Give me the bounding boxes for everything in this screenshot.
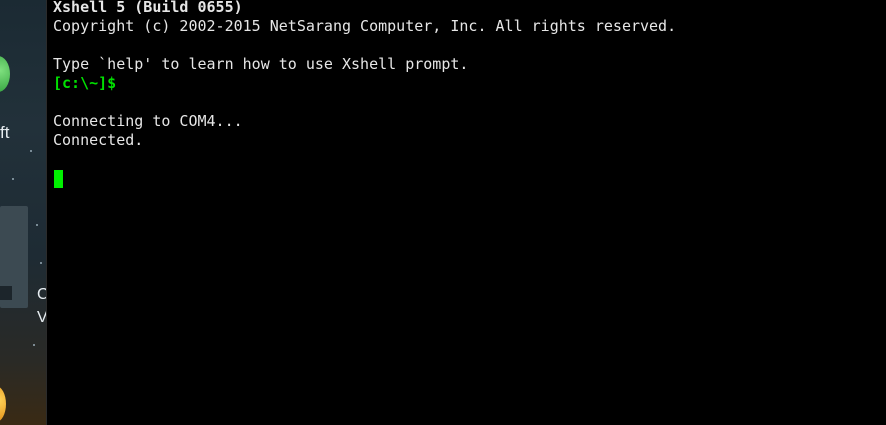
desktop-speck [36, 224, 38, 226]
desktop-speck [30, 150, 32, 152]
desktop-speck [40, 262, 42, 264]
help-hint-line: Type `help' to learn how to use Xshell p… [53, 55, 469, 73]
desktop-icon-label[interactable]: V [37, 310, 46, 326]
connected-line: Connected. [53, 131, 144, 149]
app-icon-green[interactable] [0, 56, 10, 92]
desktop-tile-glyph [0, 286, 12, 300]
text-cursor [54, 170, 63, 188]
desktop-speck [33, 344, 35, 346]
connecting-line: Connecting to COM4... [53, 112, 243, 130]
app-icon-orange[interactable] [0, 386, 6, 422]
desktop-background: ft C V [0, 0, 46, 425]
screen: ft C V Xshell 5 (Build 0655) Copyright (… [0, 0, 886, 425]
copyright-line: Copyright (c) 2002-2015 NetSarang Comput… [53, 17, 677, 35]
desktop-icon-label[interactable]: C [37, 287, 46, 303]
desktop-icon-label[interactable]: ft [0, 124, 9, 141]
xshell-terminal[interactable]: Xshell 5 (Build 0655) Copyright (c) 2002… [46, 0, 886, 425]
desktop-speck [12, 178, 14, 180]
banner-title: Xshell 5 (Build 0655) [53, 0, 243, 16]
shell-prompt: [c:\~]$ [53, 74, 117, 92]
